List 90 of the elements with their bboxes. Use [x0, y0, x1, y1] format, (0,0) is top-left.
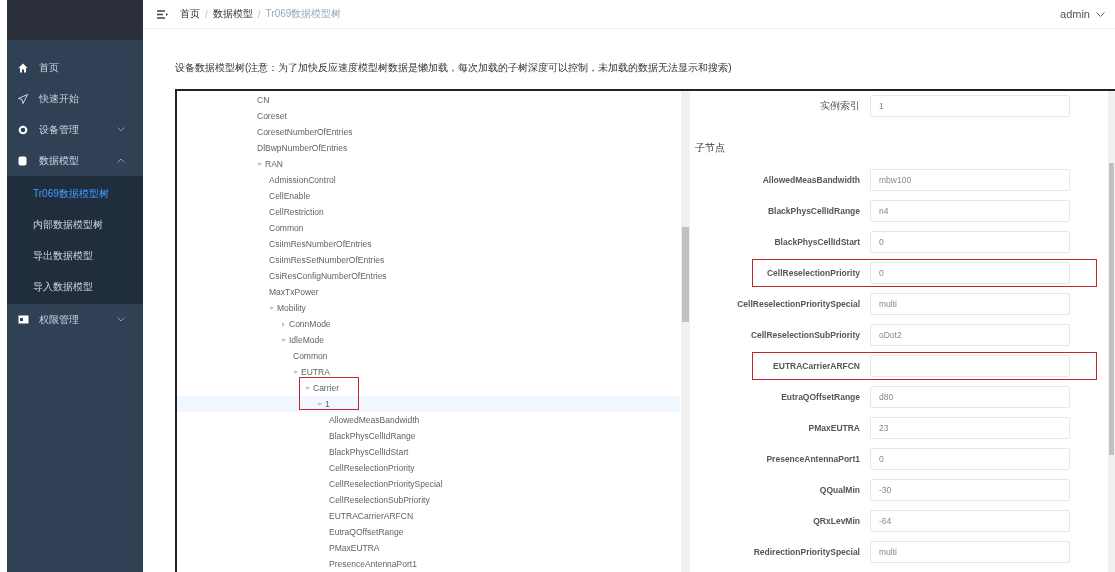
tree-node[interactable]: CellReselectionPriority [177, 460, 680, 476]
settings-icon [18, 124, 28, 135]
field-label: BlackPhysCellIdStart [773, 237, 861, 247]
tree-node[interactable]: CellReselectionSubPriority [177, 492, 680, 508]
field-label: EUTRACarrierARFCN [772, 361, 861, 371]
menu-item[interactable]: 设备管理 [7, 114, 143, 145]
input-field[interactable]: multi [870, 541, 1070, 563]
menu-item[interactable]: 快速开始 [7, 83, 143, 114]
tree-node[interactable]: BlackPhysCellIdStart [177, 444, 680, 460]
tree-node[interactable]: Coreset [177, 108, 680, 124]
tree-node[interactable]: RAN [177, 156, 680, 172]
input-field[interactable]: 23 [870, 417, 1070, 439]
breadcrumb-separator: / [205, 8, 208, 20]
tree-node[interactable]: CellRestriction [177, 204, 680, 220]
tree-node[interactable]: Carrier [177, 380, 680, 396]
tree-node[interactable]: Common [177, 220, 680, 236]
field-label: EutraQOffsetRange [780, 392, 861, 402]
tree-node[interactable]: EutraQOffsetRange [177, 524, 680, 540]
input-field[interactable]: oDot2 [870, 324, 1070, 346]
input-field[interactable]: 0 [870, 262, 1070, 284]
tree-node[interactable]: 1 [177, 396, 680, 412]
tree-node[interactable]: AllowedMeasBandwidth [177, 412, 680, 428]
caret-down-icon[interactable] [269, 305, 274, 311]
submenu-item[interactable]: 导出数据模型 [7, 240, 143, 271]
paper-plane-icon [18, 93, 28, 104]
tree-node[interactable]: PresenceAntennaPort1 [177, 556, 680, 572]
input-field[interactable]: 0 [870, 231, 1070, 253]
user-menu[interactable]: admin [1060, 8, 1105, 20]
scrollbar[interactable] [681, 91, 690, 572]
submenu-item[interactable]: Tr069数据模型树 [7, 178, 143, 209]
id-card-icon [18, 315, 29, 324]
field-label: QQualMin [818, 485, 861, 495]
caret-down-icon[interactable] [293, 369, 298, 375]
tree-node[interactable]: IdleMode [177, 332, 680, 348]
field-label: QRxLevMin [812, 516, 861, 526]
tree-node[interactable]: PMaxEUTRA [177, 540, 680, 556]
tree-node[interactable]: CoresetNumberOfEntries [177, 124, 680, 140]
caret-down-icon[interactable] [281, 337, 286, 343]
caret-down-icon[interactable] [305, 385, 310, 391]
scrollbar[interactable] [1108, 91, 1115, 572]
input-field[interactable]: n4 [870, 200, 1070, 222]
tree-node[interactable]: EUTRACarrierARFCN [177, 508, 680, 524]
input-field[interactable]: 1 [870, 95, 1070, 117]
field-label: PresenceAntennaPort1 [765, 454, 861, 464]
caret-right-icon[interactable] [281, 321, 286, 327]
tree-node[interactable]: ConnMode [177, 316, 680, 332]
submenu-item[interactable]: 内部数据模型树 [7, 209, 143, 240]
tree-node[interactable]: MaxTxPower [177, 284, 680, 300]
tree-node[interactable]: CsiImResNumberOfEntries [177, 236, 680, 252]
home-icon [18, 62, 28, 73]
section-title: 子节点 [695, 141, 726, 155]
chevron-down-icon [1096, 11, 1105, 17]
tree-node[interactable]: Mobility [177, 300, 680, 316]
submenu-item[interactable]: 导入数据模型 [7, 271, 143, 302]
field-label: CellReselectionSubPriority [749, 330, 861, 340]
input-field[interactable]: multi [870, 293, 1070, 315]
menu-item[interactable]: 权限管理 [7, 304, 143, 335]
field-label: PMaxEUTRA [807, 423, 861, 433]
tree-node[interactable]: CN [177, 92, 680, 108]
tree-node[interactable]: Common [177, 348, 680, 364]
input-field[interactable]: -64 [870, 510, 1070, 532]
tree-node[interactable]: DlBwpNumberOfEntries [177, 140, 680, 156]
caret-down-icon[interactable] [257, 161, 262, 167]
menu-item[interactable]: 首页 [7, 52, 143, 83]
database-icon [18, 155, 27, 166]
input-field[interactable]: d80 [870, 386, 1070, 408]
tree-node[interactable]: CsiImResSetNumberOfEntries [177, 252, 680, 268]
tree-node[interactable]: CellReselectionPrioritySpecial [177, 476, 680, 492]
field-label: RedirectionPrioritySpecial [752, 547, 861, 557]
input-field[interactable]: 0 [870, 448, 1070, 470]
field-label: AllowedMeasBandwidth [761, 175, 861, 185]
description-text: 设备数据模型树(注意：为了加快反应速度模型树数据是懒加载，每次加载的子树深度可以控制，未加载的数据无法显示和搜索) [175, 61, 733, 75]
breadcrumb-link[interactable]: 首页 [180, 7, 200, 21]
field-label: BlackPhysCellIdRange [766, 206, 861, 216]
menu-icon[interactable] [157, 9, 168, 19]
tree-node[interactable]: CellEnable [177, 188, 680, 204]
field-label: 实例索引 [819, 99, 861, 113]
tree-node[interactable]: EUTRA [177, 364, 680, 380]
tree-node[interactable]: AdmissionControl [177, 172, 680, 188]
input-field[interactable]: mbw100 [870, 169, 1070, 191]
breadcrumb-separator: / [257, 8, 261, 20]
caret-down-icon[interactable] [317, 401, 322, 407]
menu-item[interactable]: 数据模型 [7, 145, 143, 176]
field-label: CellReselectionPrioritySpecial [736, 299, 861, 309]
field-label: CellReselectionPriority [765, 268, 861, 278]
input-field[interactable]: -30 [870, 479, 1070, 501]
input-field[interactable] [870, 355, 1070, 377]
breadcrumb-link[interactable]: 数据模型 [212, 7, 253, 21]
tree-node[interactable]: BlackPhysCellIdRange [177, 428, 680, 444]
tree-node[interactable]: CsiResConfigNumberOfEntries [177, 268, 680, 284]
